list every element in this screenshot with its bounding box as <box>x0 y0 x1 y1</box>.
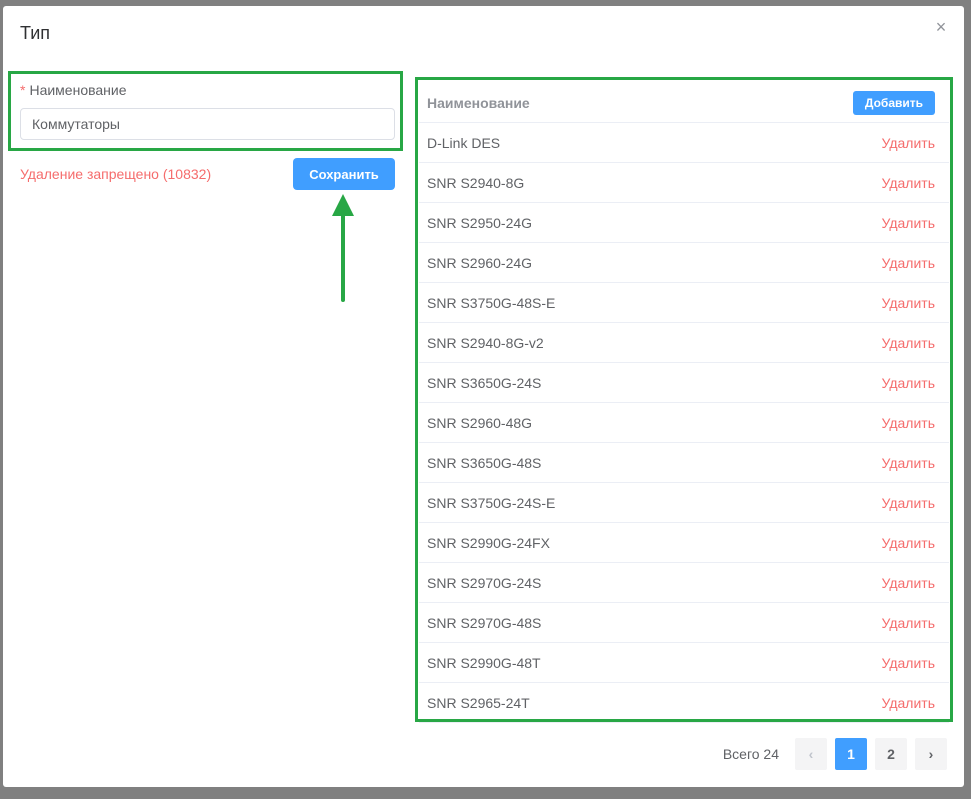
row-name: SNR S2940-8G-v2 <box>427 334 544 351</box>
table-row: SNR S3750G-48S-E Удалить <box>419 283 949 323</box>
types-table: Наименование Добавить D-Link DES Удалить S… <box>419 83 949 723</box>
table-row: SNR S3650G-24S Удалить <box>419 363 949 403</box>
row-name: SNR S2960-24G <box>427 254 533 271</box>
page-button-2[interactable]: 2 <box>875 738 907 770</box>
pagination: Всего 24 ‹ 1 2 › <box>723 738 947 770</box>
column-header-name: Наименование <box>427 94 530 111</box>
modal-dialog: Тип × *Наименование Удаление запрещено (… <box>3 6 964 787</box>
required-mark: * <box>20 82 26 98</box>
page-button-1[interactable]: 1 <box>835 738 867 770</box>
delete-link[interactable]: Удалить <box>882 135 935 151</box>
arrow-up-icon <box>332 194 354 302</box>
row-name: D-Link DES <box>427 134 501 151</box>
table-row: SNR S3750G-24S-E Удалить <box>419 483 949 523</box>
chevron-left-icon[interactable]: ‹ <box>795 738 827 770</box>
row-name: SNR S3650G-48S <box>427 454 542 471</box>
row-name: SNR S2970G-48S <box>427 614 542 631</box>
row-name: SNR S2990G-24FX <box>427 534 550 551</box>
table-row: SNR S2970G-48S Удалить <box>419 603 949 643</box>
table-row: D-Link DES Удалить <box>419 123 949 163</box>
row-name: SNR S3750G-48S-E <box>427 294 556 311</box>
row-name: SNR S2960-48G <box>427 414 533 431</box>
table-row: SNR S2990G-48T Удалить <box>419 643 949 683</box>
delete-link[interactable]: Удалить <box>882 295 935 311</box>
add-button[interactable]: Добавить <box>852 90 935 115</box>
delete-link[interactable]: Удалить <box>882 335 935 351</box>
delete-link[interactable]: Удалить <box>882 175 935 191</box>
pagination-total: Всего 24 <box>722 746 779 762</box>
row-name: SNR S2950-24G <box>427 214 533 231</box>
field-label-text: Наименование <box>29 82 127 98</box>
field-label: * Наименование <box>20 82 127 98</box>
table-row: SNR S2940-8G Удалить <box>419 163 949 203</box>
delete-link[interactable]: Удалить <box>882 575 935 591</box>
table-row: SNR S2965-24T Удалить <box>419 683 949 723</box>
save-button[interactable]: Сохранить <box>293 158 395 190</box>
delete-link[interactable]: Удалить <box>882 415 935 431</box>
delete-link[interactable]: Удалить <box>882 455 935 471</box>
table-row: SNR S2960-48G Удалить <box>419 403 949 443</box>
table-row: SNR S2990G-24FX Удалить <box>419 523 949 563</box>
row-name: SNR S3650G-24S <box>427 374 542 391</box>
table-row: SNR S2960-24G Удалить <box>419 243 949 283</box>
row-name: SNR S2970G-24S <box>427 574 542 591</box>
row-name: SNR S2965-24T <box>427 694 530 711</box>
delete-link[interactable]: Удалить <box>882 215 935 231</box>
table-row: SNR S2950-24G Удалить <box>419 203 949 243</box>
name-input[interactable] <box>20 108 395 140</box>
delete-link[interactable]: Удалить <box>882 375 935 391</box>
row-name: SNR S2990G-48T <box>427 654 541 671</box>
row-name: SNR S3750G-24S-E <box>427 494 556 511</box>
table-body: D-Link DES Удалить SNR S2940-8G Удалить SNR … <box>419 123 949 723</box>
modal-title: Тип <box>20 23 51 43</box>
table-row: SNR S2940-8G-v2 Удалить <box>419 323 949 363</box>
table-row: SNR S2970G-24S Удалить <box>419 563 949 603</box>
row-name: SNR S2940-8G <box>427 174 525 191</box>
delete-link[interactable]: Удалить <box>882 535 935 551</box>
table-header: Наименование Добавить <box>419 83 949 123</box>
delete-link[interactable]: Удалить <box>882 695 935 711</box>
chevron-right-icon[interactable]: › <box>915 738 947 770</box>
delete-link[interactable]: Удалить <box>882 255 935 271</box>
delete-link[interactable]: Удалить <box>882 655 935 671</box>
delete-link[interactable]: Удалить <box>882 495 935 511</box>
table-row: SNR S3650G-48S Удалить <box>419 443 949 483</box>
close-icon[interactable]: × <box>932 18 950 36</box>
delete-link[interactable]: Удалить <box>882 615 935 631</box>
delete-forbidden-text: Удаление запрещено (10832) <box>20 166 212 182</box>
